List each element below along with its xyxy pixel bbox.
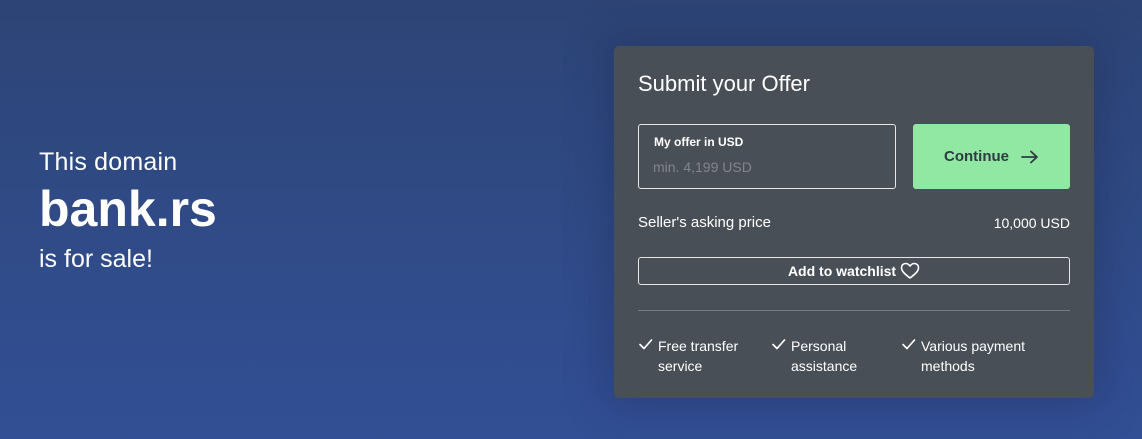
check-icon	[771, 337, 786, 352]
offer-field-label: My offer in USD	[654, 135, 744, 149]
feature-payment-methods: Various payment methods	[901, 336, 1025, 376]
add-to-watchlist-button[interactable]: Add to watchlist	[638, 257, 1070, 285]
arrow-right-icon	[1021, 150, 1039, 164]
offer-field[interactable]: My offer in USD	[638, 124, 896, 189]
feature-text: Free transfer service	[658, 338, 739, 374]
check-icon	[901, 337, 916, 352]
asking-price-label: Seller's asking price	[638, 214, 771, 231]
offer-input[interactable]	[653, 156, 881, 178]
hero-intro-text: This domain	[39, 148, 178, 176]
continue-button[interactable]: Continue	[913, 124, 1070, 189]
asking-price-value: 10,000 USD	[993, 215, 1070, 231]
offer-card-title: Submit your Offer	[638, 71, 810, 96]
hero: This domain bank.rs is for sale!	[39, 145, 217, 276]
feature-personal-assistance: Personal assistance	[771, 336, 857, 376]
feature-free-transfer: Free transfer service	[638, 336, 738, 376]
hero-sale-text: is for sale!	[39, 245, 153, 273]
offer-card: Submit your Offer My offer in USD Contin…	[614, 46, 1094, 398]
feature-text: Personal assistance	[791, 338, 858, 374]
domain-name: bank.rs	[39, 181, 217, 237]
continue-button-label: Continue	[944, 148, 1009, 165]
feature-text: Various payment methods	[921, 338, 1026, 374]
heart-icon	[900, 262, 920, 280]
divider	[638, 310, 1070, 311]
watchlist-button-label: Add to watchlist	[787, 263, 897, 279]
check-icon	[638, 337, 653, 352]
